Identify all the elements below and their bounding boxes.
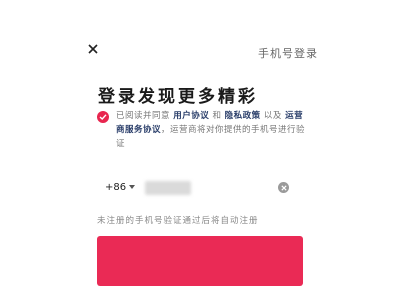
- check-icon: [99, 114, 107, 120]
- clear-icon[interactable]: [278, 182, 289, 193]
- agreement-and: 和: [212, 111, 222, 121]
- agreement-text: 已阅读并同意 用户协议 和 隐私政策 以及 运营商服务协议，运营商将对你提供的手…: [116, 109, 306, 151]
- agreement-and2: 以及: [263, 111, 282, 121]
- agreement-prefix: 已阅读并同意: [116, 111, 171, 121]
- auto-register-hint: 未注册的手机号验证通过后将自动注册: [97, 216, 259, 226]
- agreement-checkbox[interactable]: [97, 111, 109, 123]
- help-link[interactable]: 手机号登录: [258, 45, 318, 61]
- phone-field: +86: [97, 173, 303, 203]
- privacy-policy-link[interactable]: 隐私政策: [225, 111, 261, 121]
- top-bar: 手机号登录: [0, 0, 400, 60]
- country-code-selector[interactable]: +86: [105, 182, 126, 193]
- login-button[interactable]: [97, 236, 303, 286]
- close-icon[interactable]: [86, 44, 100, 54]
- page-title: 登录发现更多精彩: [98, 87, 258, 107]
- user-agreement-link[interactable]: 用户协议: [173, 111, 209, 121]
- chevron-down-icon[interactable]: [129, 185, 135, 189]
- phone-input[interactable]: [141, 178, 271, 198]
